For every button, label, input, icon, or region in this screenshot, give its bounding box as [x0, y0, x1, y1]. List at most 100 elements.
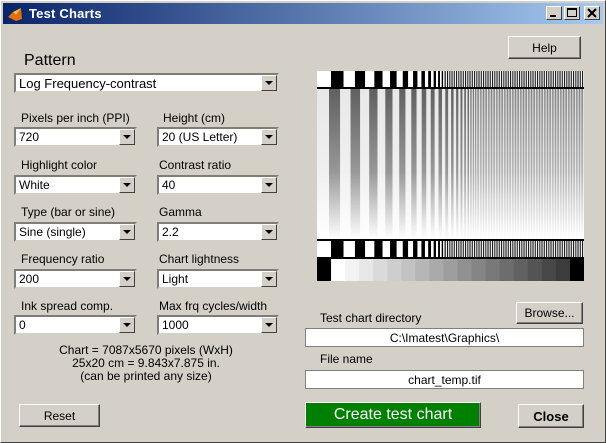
chart-bottom-bar — [457, 241, 459, 257]
chart-bottom-bar — [554, 241, 556, 257]
chart-top-bar — [579, 71, 581, 87]
ink-spread-select[interactable]: 0 — [14, 315, 137, 335]
contrast-select[interactable]: 40 — [157, 175, 279, 195]
chart-bottom-bar — [451, 241, 453, 257]
chart-bottom-bar — [563, 241, 565, 257]
chart-top-bar — [498, 71, 500, 87]
maximize-button[interactable] — [564, 6, 580, 20]
chart-bottom-bar — [564, 241, 565, 257]
max-frq-select[interactable]: 1000 — [157, 315, 279, 335]
chart-bottom-bar — [550, 241, 552, 257]
chart-top-bar — [354, 71, 366, 87]
chart-bottom-bar — [474, 241, 476, 257]
chart-bottom-bar — [565, 241, 567, 257]
chart-bottom-bar — [546, 241, 547, 257]
chart-top-bar — [452, 71, 454, 87]
chart-top-bar — [499, 71, 501, 87]
chart-bottom-bar — [511, 241, 513, 257]
chart-gray-step — [401, 259, 416, 281]
chart-bottom-bar — [558, 241, 560, 257]
chart-top-bar — [533, 71, 535, 87]
chart-top-bar — [516, 71, 518, 87]
chart-top-bar — [459, 71, 461, 87]
chart-bottom-bar — [473, 241, 475, 257]
chart-top-bar — [508, 71, 510, 87]
chart-gray-step — [373, 259, 388, 281]
chart-bottom-bar — [542, 241, 544, 257]
create-test-chart-button[interactable]: Create test chart — [305, 402, 481, 428]
freq-ratio-select[interactable]: 200 — [14, 269, 137, 289]
chart-bottom-bar — [374, 241, 383, 257]
chart-top-bar — [570, 71, 572, 87]
chart-top-bar — [529, 71, 531, 87]
chart-bottom-bar — [365, 241, 375, 257]
chart-top-bar — [486, 71, 488, 87]
chart-top-bar — [517, 71, 519, 87]
chart-top-bar — [439, 71, 442, 87]
chart-top-bar — [532, 71, 534, 87]
chart-top-bar — [390, 71, 397, 87]
contrast-label: Contrast ratio — [159, 158, 232, 172]
chart-top-bar — [489, 71, 491, 87]
close-window-button[interactable] — [584, 6, 600, 20]
chart-top-bar — [443, 71, 445, 87]
type-select[interactable]: Sine (single) — [14, 222, 137, 242]
chart-bottom-bar — [513, 241, 515, 257]
height-select[interactable]: 20 (US Letter) — [157, 127, 279, 147]
chart-top-bar — [479, 71, 481, 87]
chart-bottom-bar — [582, 241, 583, 257]
chart-bottom-bar — [552, 241, 554, 257]
chart-bottom-bar — [515, 241, 517, 257]
help-button[interactable]: Help — [508, 36, 581, 59]
title-bar: Test Charts — [3, 3, 603, 24]
chart-top-bar — [558, 71, 560, 87]
chart-bottom-bar — [569, 241, 571, 257]
chart-bottom-bar — [456, 241, 458, 257]
chart-top-bar — [553, 71, 555, 87]
chart-top-bar — [511, 71, 513, 87]
lightness-value: Light — [162, 272, 189, 286]
chart-top-bar — [483, 71, 484, 87]
chart-top-bar — [523, 71, 525, 87]
browse-button[interactable]: Browse... — [516, 302, 583, 324]
chart-top-bar — [507, 71, 509, 87]
chart-bottom-bar — [454, 241, 456, 257]
chart-top-bar — [458, 71, 460, 87]
chart-top-bar — [535, 71, 537, 87]
chart-top-bar — [474, 71, 475, 87]
chart-bottom-bar — [548, 241, 550, 257]
chart-top-bar — [468, 71, 470, 87]
close-button[interactable]: Close — [518, 404, 584, 428]
chart-top-bar — [526, 71, 528, 87]
chart-bottom-bar — [573, 241, 574, 257]
gamma-select[interactable]: 2.2 — [157, 222, 279, 242]
chart-top-line — [317, 87, 584, 89]
ppi-select[interactable]: 720 — [14, 127, 137, 147]
chart-top-bar — [343, 71, 355, 87]
chart-top-bar — [481, 71, 483, 87]
chart-bottom-bar — [475, 241, 477, 257]
directory-field[interactable]: C:\Imatest\Graphics\ — [305, 328, 584, 347]
chart-bottom-bar — [546, 241, 548, 257]
chart-bottom-bar — [472, 241, 474, 257]
chart-bottom-bar — [516, 241, 518, 257]
chart-bottom-bar — [445, 241, 447, 257]
chart-bottom-bar — [537, 241, 538, 257]
chart-top-bar — [500, 71, 502, 87]
chart-top-bar — [525, 71, 527, 87]
minimize-button[interactable] — [546, 6, 562, 20]
lightness-select[interactable]: Light — [157, 269, 279, 289]
filename-field[interactable]: chart_temp.tif — [305, 370, 584, 389]
highlight-select[interactable]: White — [14, 175, 137, 195]
pattern-select[interactable]: Log Frequency-contrast — [14, 73, 279, 93]
chart-bottom-bar — [521, 241, 523, 257]
chart-top-bar — [494, 71, 496, 87]
chart-top-bar — [564, 71, 565, 87]
reset-button[interactable]: Reset — [19, 404, 100, 427]
chart-bottom-bar — [483, 241, 484, 257]
chart-top-bar — [539, 71, 541, 87]
chart-bottom-bar — [560, 241, 562, 257]
chart-bottom-bar — [580, 241, 582, 257]
chart-top-bar — [571, 71, 573, 87]
height-label: Height (cm) — [163, 111, 226, 125]
